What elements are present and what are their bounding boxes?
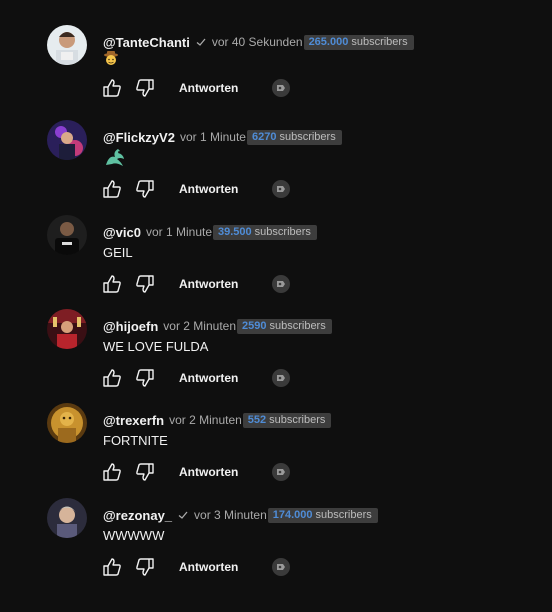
dislike-button-icon[interactable] (134, 556, 156, 578)
reply-button[interactable]: Antworten (179, 277, 238, 291)
creator-avatar-icon (272, 558, 291, 576)
reply-button[interactable]: Antworten (179, 371, 238, 385)
like-button-icon[interactable] (101, 461, 123, 483)
subscriber-word: subscribers (269, 319, 326, 332)
like-button-icon[interactable] (101, 273, 123, 295)
comment-header: @rezonay_ vor 3 Minuten 174.000 subscribe… (103, 506, 378, 524)
comment-actions: Antworten (101, 273, 291, 295)
comment-text: FORTNITE (103, 433, 168, 448)
avatar[interactable] (47, 403, 87, 443)
comment-actions: Antworten (101, 461, 291, 483)
comment-text: WE LOVE FULDA (103, 339, 209, 354)
comment-text: WWWWW (103, 528, 165, 543)
comment: @vic0 vor 1 Minute 39.500 subscribers GEI… (0, 215, 552, 318)
subscriber-count: 265.000 (308, 35, 349, 48)
author-handle[interactable]: @hijoefn (103, 319, 158, 334)
subscriber-count: 2590 (242, 319, 267, 332)
author-handle[interactable]: @trexerfn (103, 413, 164, 428)
subscriber-count: 6270 (251, 130, 277, 143)
avatar[interactable] (47, 309, 87, 349)
comment-timestamp[interactable]: vor 2 Minuten (163, 319, 236, 333)
comment-timestamp[interactable]: vor 2 Minuten (169, 413, 242, 427)
comment-actions: Antworten (101, 77, 291, 99)
subscriber-badge: 2590 subscribers (237, 318, 332, 334)
like-button-icon[interactable] (101, 556, 123, 578)
creator-avatar-icon (272, 463, 291, 481)
comment-header: @hijoefn vor 2 Minuten 2590 subscribers (103, 317, 332, 335)
comment-text: GEIL (103, 245, 133, 260)
like-button-icon[interactable] (101, 178, 123, 200)
reply-button[interactable]: Antworten (179, 560, 238, 574)
comment-timestamp[interactable]: vor 1 Minute (180, 130, 246, 144)
subscriber-count: 552 (247, 413, 267, 426)
comment-actions: Antworten (101, 556, 291, 578)
reply-button[interactable]: Antworten (179, 182, 238, 196)
subscriber-badge: 265.000 subscribers (303, 34, 414, 50)
like-button-icon[interactable] (101, 367, 123, 389)
subscriber-badge: 552 subscribers (242, 412, 332, 428)
avatar[interactable] (47, 120, 87, 160)
author-handle[interactable]: @FlickzyV2 (103, 130, 175, 145)
comment: @FlickzyV2 vor 1 Minute 6270 subscribers … (0, 120, 552, 223)
subscriber-word: subscribers (351, 35, 408, 48)
comment-actions: Antworten (101, 178, 291, 200)
dislike-button-icon[interactable] (134, 273, 156, 295)
dislike-button-icon[interactable] (134, 77, 156, 99)
creator-avatar-icon (272, 180, 291, 198)
avatar[interactable] (47, 25, 87, 65)
comment: @hijoefn vor 2 Minuten 2590 subscribers W… (0, 309, 552, 412)
comment-timestamp[interactable]: vor 3 Minuten (194, 508, 267, 522)
creator-avatar-icon (272, 79, 291, 97)
comment-header: @trexerfn vor 2 Minuten 552 subscribers (103, 411, 332, 429)
comment: @rezonay_ vor 3 Minuten 174.000 subscribe… (0, 498, 552, 601)
like-button-icon[interactable] (101, 77, 123, 99)
dislike-button-icon[interactable] (134, 367, 156, 389)
reply-button[interactable]: Antworten (179, 465, 238, 479)
subscriber-word: subscribers (315, 508, 372, 521)
subscriber-count: 174.000 (272, 508, 313, 521)
dislike-button-icon[interactable] (134, 178, 156, 200)
comment-timestamp[interactable]: vor 40 Sekunden (212, 35, 303, 49)
subscriber-badge: 6270 subscribers (246, 129, 342, 145)
comment: @trexerfn vor 2 Minuten 552 subscribers F… (0, 403, 552, 506)
author-handle[interactable]: @vic0 (103, 225, 141, 240)
creator-avatar-icon (272, 275, 291, 293)
reply-button[interactable]: Antworten (179, 81, 238, 95)
subscriber-word: subscribers (254, 225, 311, 238)
author-handle[interactable]: @TanteChanti (103, 35, 190, 50)
comment-actions: Antworten (101, 367, 291, 389)
comment-timestamp[interactable]: vor 1 Minute (146, 225, 212, 239)
avatar[interactable] (47, 215, 87, 255)
subscriber-word: subscribers (279, 130, 336, 143)
subscriber-word: subscribers (269, 413, 326, 426)
author-handle[interactable]: @rezonay_ (103, 508, 172, 523)
dislike-button-icon[interactable] (134, 461, 156, 483)
cowboy-emoji-icon (103, 50, 119, 71)
comment-header: @FlickzyV2 vor 1 Minute 6270 subscribers (103, 128, 342, 146)
creator-avatar-icon (272, 369, 291, 387)
verified-check-icon (177, 509, 189, 521)
subscriber-badge: 174.000 subscribers (267, 507, 378, 523)
comment-header: @TanteChanti vor 40 Sekunden 265.000 subs… (103, 33, 414, 51)
comment: @TanteChanti vor 40 Sekunden 265.000 subs… (0, 25, 552, 128)
verified-check-icon (195, 36, 207, 48)
subscriber-count: 39.500 (218, 225, 252, 238)
subscriber-badge: 39.500 subscribers (213, 224, 317, 240)
avatar[interactable] (47, 498, 87, 538)
comment-header: @vic0 vor 1 Minute 39.500 subscribers (103, 223, 317, 241)
dragon-emoji-icon (103, 145, 127, 174)
